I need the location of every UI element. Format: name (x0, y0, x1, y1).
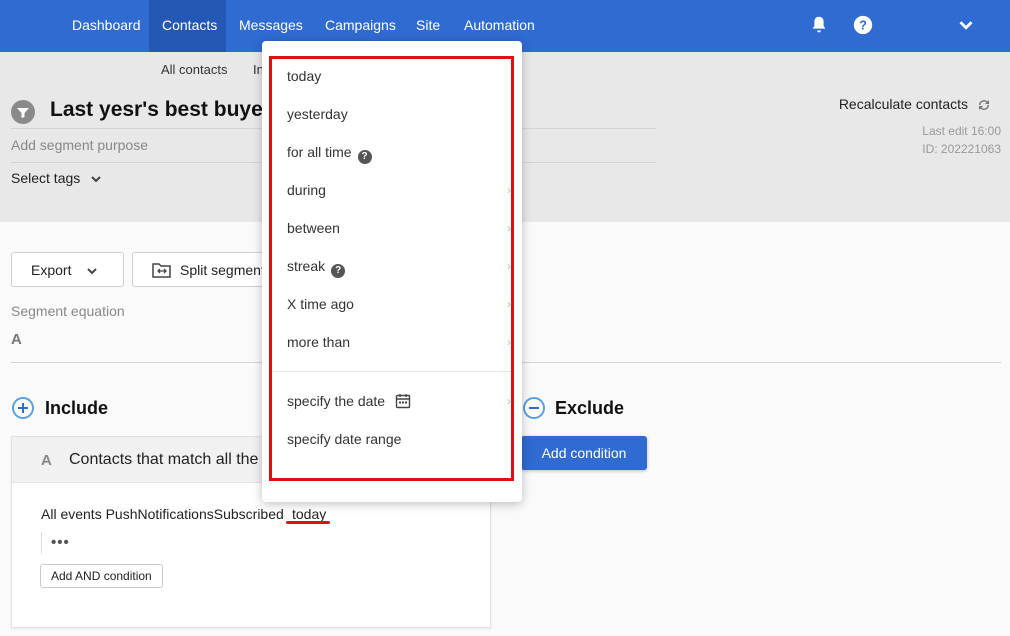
menu-item-label: specify the date (287, 393, 386, 409)
card-heading[interactable]: Contacts that match all the (69, 451, 258, 469)
segment-purpose-input[interactable]: Add segment purpose (11, 137, 148, 153)
help-icon[interactable]: ? (852, 14, 874, 36)
bell-icon[interactable] (808, 14, 830, 36)
include-title: Include (45, 398, 109, 418)
add-condition-button[interactable]: Add condition (521, 436, 647, 470)
minus-circle-icon[interactable] (523, 397, 545, 419)
chevron-right-icon: › (507, 394, 511, 408)
last-edit-text: Last edit 16:00 (922, 124, 1001, 138)
refresh-icon[interactable] (976, 97, 992, 113)
subnav-all-contacts[interactable]: All contacts (161, 62, 227, 77)
condition-text: All events PushNotificationsSubscribed (41, 506, 284, 522)
chevron-right-icon: › (507, 335, 511, 349)
help-icon[interactable]: ? (331, 264, 346, 278)
export-button[interactable]: Export (11, 252, 124, 287)
svg-text:?: ? (859, 18, 867, 33)
menu-divider (272, 371, 512, 372)
split-segment-button[interactable]: Split segment (132, 252, 272, 287)
exclude-title: Exclude (555, 398, 625, 418)
calendar-icon (395, 394, 411, 409)
menu-item-during[interactable]: during (287, 182, 326, 198)
export-label: Export (31, 262, 72, 278)
segment-title[interactable]: Last yesr's best buyers (50, 98, 283, 122)
condition-date-value[interactable]: today (292, 506, 326, 522)
plus-circle-icon[interactable] (12, 397, 34, 419)
chevron-down-icon[interactable] (955, 14, 977, 36)
menu-item-label: for all time (287, 144, 352, 160)
date-period-dropdown: today yesterday for all time? during › b… (262, 41, 522, 502)
nav-dashboard[interactable]: Dashboard (59, 0, 154, 52)
segment-id-text: ID: 202221063 (922, 142, 1001, 156)
more-options-button[interactable]: ••• (51, 534, 70, 551)
select-tags-label: Select tags (11, 170, 81, 186)
segment-equation-value: A (11, 331, 22, 348)
chevron-down-icon (91, 176, 101, 183)
menu-item-for-all-time[interactable]: for all time? (287, 144, 372, 164)
chevron-right-icon: › (507, 297, 511, 311)
folder-split-icon (152, 263, 171, 278)
menu-item-x-time-ago[interactable]: X time ago (287, 296, 354, 312)
menu-item-specify-the-date[interactable]: specify the date (287, 393, 411, 409)
filter-icon (11, 100, 35, 124)
highlight-underline (286, 521, 330, 524)
add-and-condition-button[interactable]: Add AND condition (40, 564, 163, 588)
chevron-right-icon: › (507, 259, 511, 273)
card-letter: A (41, 452, 52, 469)
recalculate-contacts-button[interactable]: Recalculate contacts (839, 96, 968, 112)
menu-item-label: streak (287, 258, 326, 274)
segment-equation-label: Segment equation (11, 303, 125, 319)
menu-item-specify-date-range[interactable]: specify date range (287, 431, 401, 447)
help-icon[interactable]: ? (357, 150, 372, 164)
chevron-right-icon: › (507, 221, 511, 235)
chevron-down-icon (87, 268, 97, 275)
menu-item-more-than[interactable]: more than (287, 334, 350, 350)
split-segment-label: Split segment (180, 262, 265, 278)
menu-item-between[interactable]: between (287, 220, 340, 236)
menu-item-streak[interactable]: streak? (287, 258, 346, 278)
select-tags-dropdown[interactable]: Select tags (11, 170, 102, 186)
nav-contacts[interactable]: Contacts (149, 0, 226, 52)
menu-item-yesterday[interactable]: yesterday (287, 106, 348, 122)
condition-connector (41, 532, 42, 554)
chevron-right-icon: › (507, 183, 511, 197)
menu-item-today[interactable]: today (287, 68, 321, 84)
